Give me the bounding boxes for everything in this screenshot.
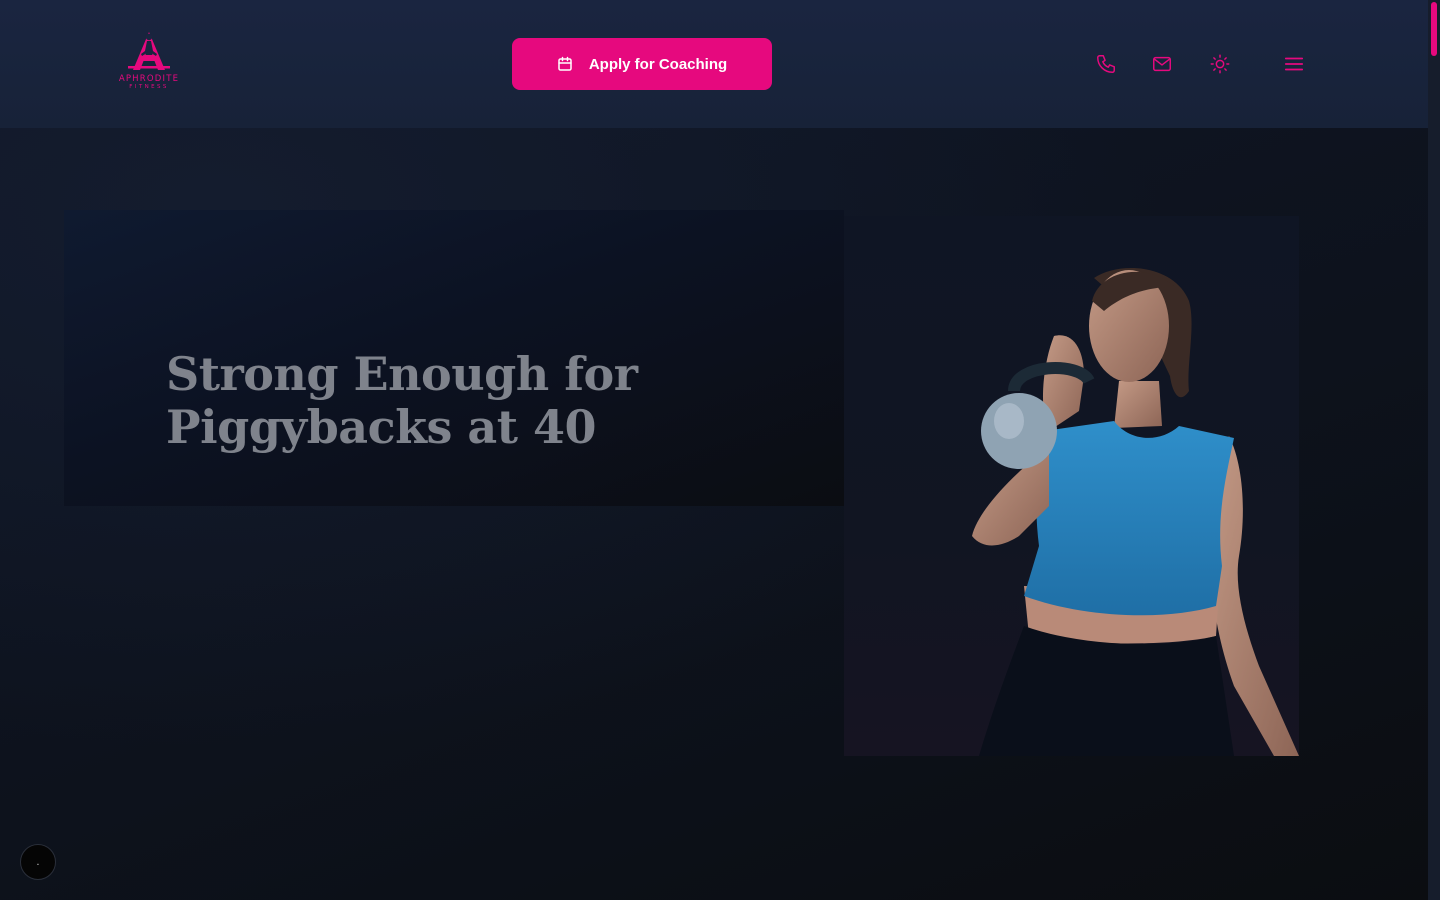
brand-logo[interactable]: APHRODITE FITNESS bbox=[104, 30, 194, 98]
sun-icon[interactable] bbox=[1208, 52, 1232, 76]
hero-title: Strong Enough for Piggybacks at 40 bbox=[166, 347, 638, 454]
hero-photo bbox=[844, 216, 1299, 756]
brand-tagline: FITNESS bbox=[129, 84, 169, 90]
mail-icon[interactable] bbox=[1150, 52, 1174, 76]
site-header: APHRODITE FITNESS Apply for Coaching bbox=[0, 0, 1428, 128]
calendar-icon bbox=[557, 56, 573, 72]
apply-for-coaching-button[interactable]: Apply for Coaching bbox=[512, 38, 772, 90]
scrollbar-thumb[interactable] bbox=[1431, 2, 1437, 56]
logo-mark-icon bbox=[128, 32, 170, 70]
phone-icon[interactable] bbox=[1094, 52, 1118, 76]
woman-kettlebell-illustration bbox=[972, 268, 1299, 756]
chat-widget-button[interactable]: . bbox=[20, 844, 56, 880]
page-scrollbar[interactable] bbox=[1428, 0, 1440, 900]
menu-icon[interactable] bbox=[1282, 52, 1306, 76]
page: APHRODITE FITNESS Apply for Coaching Str… bbox=[0, 0, 1440, 900]
cta-label: Apply for Coaching bbox=[588, 55, 728, 73]
brand-name: APHRODITE bbox=[118, 74, 180, 84]
chat-widget-label: . bbox=[36, 856, 40, 868]
